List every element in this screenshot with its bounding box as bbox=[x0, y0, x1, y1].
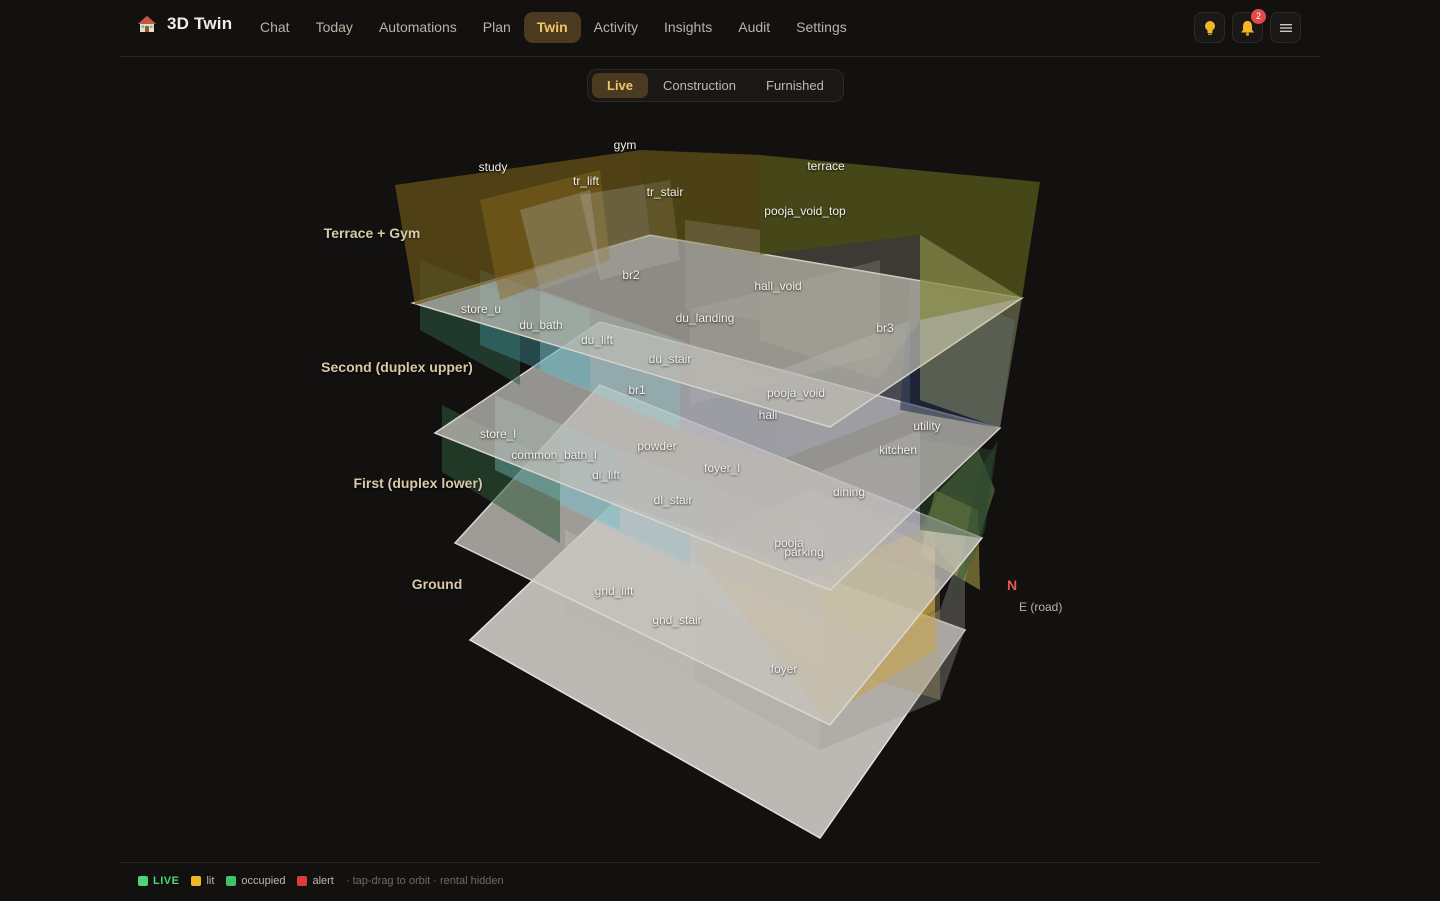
room-label[interactable]: br3 bbox=[876, 321, 893, 335]
room-label[interactable]: du_lift bbox=[581, 333, 613, 347]
live-label: LIVE bbox=[153, 875, 180, 887]
room-label[interactable]: store_u bbox=[461, 302, 501, 316]
hamburger-menu-icon bbox=[1279, 23, 1292, 32]
floor-label-first[interactable]: First (duplex lower) bbox=[353, 475, 482, 491]
legend: LIVE lit occupied alert · tap-drag to or… bbox=[138, 875, 504, 887]
house-icon bbox=[137, 14, 157, 34]
legend-live: LIVE bbox=[138, 875, 179, 887]
room-label[interactable]: pooja_void_top bbox=[764, 204, 845, 218]
occupied-label: occupied bbox=[241, 875, 286, 887]
floor-label-second[interactable]: Second (duplex upper) bbox=[321, 359, 473, 375]
room-label[interactable]: du_bath bbox=[519, 318, 562, 332]
top-navigation-bar: 3D Twin Chat Today Automations Plan Twin… bbox=[120, 0, 1320, 57]
brand[interactable]: 3D Twin bbox=[137, 14, 232, 34]
twin-3d-viewport[interactable]: Terrace + Gym Second (duplex upper) Firs… bbox=[120, 110, 1320, 855]
nav-activity[interactable]: Activity bbox=[581, 12, 651, 43]
room-label[interactable]: du_landing bbox=[676, 311, 735, 325]
legend-alert: alert bbox=[297, 875, 334, 887]
room-label[interactable]: hall_void bbox=[754, 279, 801, 293]
main-nav: Chat Today Automations Plan Twin Activit… bbox=[247, 12, 860, 43]
room-label[interactable]: powder bbox=[637, 439, 676, 453]
room-label[interactable]: store_l bbox=[480, 427, 516, 441]
nav-plan[interactable]: Plan bbox=[470, 12, 524, 43]
room-label[interactable]: tr_lift bbox=[573, 174, 599, 188]
ideas-button[interactable] bbox=[1194, 12, 1225, 43]
nav-settings[interactable]: Settings bbox=[783, 12, 860, 43]
orbit-hint: · tap-drag to orbit · rental hidden bbox=[345, 875, 504, 887]
legend-lit: lit bbox=[191, 875, 214, 887]
menu-button[interactable] bbox=[1270, 12, 1301, 43]
terrace-floor-model bbox=[395, 150, 1040, 428]
app-title: 3D Twin bbox=[167, 14, 233, 33]
alert-swatch-icon bbox=[297, 876, 308, 886]
building-model bbox=[395, 150, 1040, 839]
room-label[interactable]: study bbox=[479, 160, 508, 174]
room-label[interactable]: gnd_stair bbox=[652, 613, 701, 627]
room-label[interactable]: pooja_void bbox=[767, 386, 825, 400]
nav-twin[interactable]: Twin bbox=[523, 12, 581, 43]
room-label[interactable]: gnd_lift bbox=[595, 584, 634, 598]
mode-furnished[interactable]: Furnished bbox=[751, 73, 839, 98]
room-label[interactable]: br2 bbox=[622, 268, 639, 282]
nav-automations[interactable]: Automations bbox=[366, 12, 470, 43]
legend-occupied: occupied bbox=[226, 875, 285, 887]
compass-east-road: E (road) bbox=[1019, 600, 1063, 614]
room-label[interactable]: du_stair bbox=[649, 352, 692, 366]
room-label[interactable]: foyer_l bbox=[704, 461, 740, 475]
notifications-button[interactable]: 2 bbox=[1232, 9, 1266, 43]
room-label[interactable]: utility bbox=[913, 419, 940, 433]
room-label[interactable]: dining bbox=[833, 485, 865, 499]
lit-swatch-icon bbox=[191, 876, 202, 886]
nav-audit[interactable]: Audit bbox=[725, 12, 783, 43]
room-label[interactable]: common_bath_l bbox=[511, 448, 596, 462]
room-label[interactable]: tr_stair bbox=[647, 185, 684, 199]
room-label[interactable]: dl_lift bbox=[592, 468, 620, 482]
mode-live[interactable]: Live bbox=[592, 73, 649, 98]
room-label[interactable]: br1 bbox=[628, 383, 645, 397]
floor-label-ground[interactable]: Ground bbox=[412, 576, 463, 592]
view-mode-toggle: Live Construction Furnished bbox=[587, 69, 844, 102]
lightbulb-icon bbox=[1204, 20, 1215, 35]
compass-north: N bbox=[1007, 577, 1018, 593]
room-label[interactable]: dl_stair bbox=[654, 493, 693, 507]
room-label[interactable]: terrace bbox=[807, 159, 844, 173]
nav-insights[interactable]: Insights bbox=[651, 12, 725, 43]
mode-construction[interactable]: Construction bbox=[648, 73, 751, 98]
room-label[interactable]: foyer bbox=[771, 662, 798, 676]
occupied-swatch-icon bbox=[226, 876, 237, 886]
alert-label: alert bbox=[312, 875, 334, 887]
notifications-count-badge: 2 bbox=[1251, 9, 1266, 24]
lit-label: lit bbox=[206, 875, 215, 887]
nav-chat[interactable]: Chat bbox=[247, 12, 303, 43]
room-label[interactable]: gym bbox=[614, 138, 637, 152]
floor-label-terrace[interactable]: Terrace + Gym bbox=[324, 225, 421, 241]
nav-today[interactable]: Today bbox=[303, 12, 366, 43]
room-label[interactable]: kitchen bbox=[879, 443, 917, 457]
room-label[interactable]: hall bbox=[759, 408, 778, 422]
live-swatch-icon bbox=[138, 876, 148, 886]
app-frame: 3D Twin Chat Today Automations Plan Twin… bbox=[120, 0, 1320, 900]
room-label[interactable]: parking bbox=[784, 545, 823, 559]
status-bar: LIVE lit occupied alert · tap-drag to or… bbox=[120, 862, 1320, 901]
